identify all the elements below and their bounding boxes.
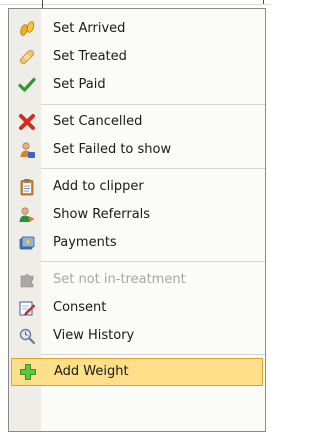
menu-separator (41, 168, 265, 169)
menu-item-set-arrived[interactable]: Set Arrived (9, 15, 265, 43)
menu-item-label: Add Weight (54, 364, 129, 379)
menu-item-label: Set Failed to show (53, 142, 172, 157)
bandage-icon (18, 48, 36, 66)
menu-item-label: Set not in-treatment (53, 272, 186, 287)
green-plus-icon (19, 363, 37, 381)
background-tick (42, 0, 43, 8)
background-strip (0, 0, 271, 8)
payments-icon (18, 234, 36, 252)
history-magnifier-icon (18, 327, 36, 345)
menu-separator (41, 261, 265, 262)
menu-item-label: Consent (53, 300, 107, 315)
consent-pen-icon (18, 299, 36, 317)
checkmark-icon (18, 76, 36, 94)
menu-item-add-weight[interactable]: Add Weight (11, 358, 263, 386)
context-menu: Set Arrived Set Treated Set Paid Set Can… (8, 8, 266, 432)
menu-item-consent[interactable]: Consent (9, 294, 265, 322)
menu-item-view-history[interactable]: View History (9, 322, 265, 350)
menu-item-label: Add to clipper (53, 179, 144, 194)
clipboard-icon (18, 178, 36, 196)
menu-item-set-not-in-treatment[interactable]: Set not in-treatment (9, 266, 265, 294)
menu-item-set-treated[interactable]: Set Treated (9, 43, 265, 71)
red-x-icon (18, 113, 36, 131)
menu-item-label: Set Treated (53, 49, 127, 64)
footprints-icon (18, 20, 36, 38)
menu-item-set-cancelled[interactable]: Set Cancelled (9, 108, 265, 136)
menu-item-label: Show Referrals (53, 207, 151, 222)
menu-item-label: Set Arrived (53, 21, 126, 36)
background-tick (263, 0, 264, 4)
menu-separator (41, 104, 265, 105)
person-absent-icon (18, 141, 36, 159)
menu-separator (41, 354, 265, 355)
menu-item-set-failed-to-show[interactable]: Set Failed to show (9, 136, 265, 164)
menu-item-add-to-clipper[interactable]: Add to clipper (9, 173, 265, 201)
menu-item-label: Payments (53, 235, 117, 250)
menu-item-label: Set Paid (53, 77, 106, 92)
grey-puzzle-icon (18, 271, 36, 289)
background-line (0, 4, 271, 5)
menu-item-show-referrals[interactable]: Show Referrals (9, 201, 265, 229)
menu-item-payments[interactable]: Payments (9, 229, 265, 257)
menu-item-set-paid[interactable]: Set Paid (9, 71, 265, 99)
person-referral-icon (18, 206, 36, 224)
menu-item-label: View History (53, 328, 135, 343)
menu-item-label: Set Cancelled (53, 114, 143, 129)
